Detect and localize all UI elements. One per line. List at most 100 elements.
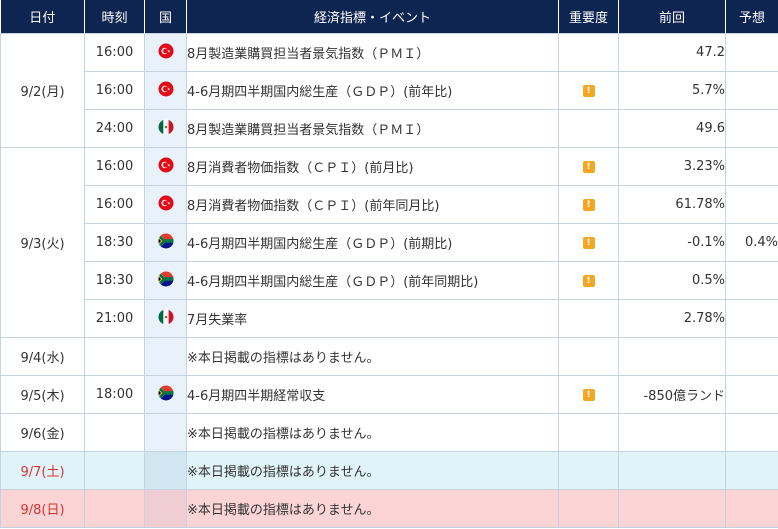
- forecast-cell: 0.4%: [725, 223, 778, 262]
- time-cell: 16:00: [84, 33, 145, 72]
- table-row: 9/5(木) 18:00 4-6月期四半期経常収支! -850億ランド: [0, 375, 778, 414]
- event-cell: 8月消費者物価指数（ＣＰＩ）(前年同月比): [186, 185, 559, 224]
- previous-cell: [618, 337, 726, 376]
- importance-cell: !: [558, 185, 619, 224]
- previous-cell: 49.6: [618, 109, 726, 148]
- mexico-flag-icon: [158, 309, 174, 329]
- turkey-flag-icon: [158, 43, 174, 63]
- date-cell: 9/6(金): [0, 413, 85, 452]
- importance-cell: [558, 109, 619, 148]
- forecast-cell: [725, 413, 778, 452]
- date-cell: 9/4(水): [0, 337, 85, 376]
- forecast-cell: [725, 299, 778, 338]
- previous-cell: 47.2: [618, 33, 726, 72]
- mexico-flag-icon: [158, 119, 174, 139]
- importance-icon: !: [582, 236, 595, 249]
- country-cell: [144, 413, 187, 452]
- previous-cell: 3.23%: [618, 147, 726, 186]
- importance-cell: !: [558, 147, 619, 186]
- table-row: 18:30 4-6月期四半期国内総生産（ＧＤＰ）(前年同期比)! 0.5%: [1, 261, 778, 300]
- turkey-flag-icon: [158, 157, 174, 177]
- header-forecast: 予想: [725, 0, 778, 34]
- event-cell: ※本日掲載の指標はありません。: [186, 413, 559, 452]
- table-row: 18:30 4-6月期四半期国内総生産（ＧＤＰ）(前期比)! -0.1% 0.4%: [1, 223, 778, 262]
- previous-cell: -0.1%: [618, 223, 726, 262]
- time-cell: 21:00: [84, 299, 145, 338]
- table-row: 9/2(月) 16:00 8月製造業購買担当者景気指数（ＰＭＩ） 47.2: [0, 33, 778, 148]
- importance-cell: [558, 451, 619, 490]
- forecast-cell: [725, 261, 778, 300]
- time-cell: 18:30: [84, 261, 145, 300]
- country-cell: [144, 223, 187, 262]
- table-row: 21:00 7月失業率 2.78%: [1, 299, 778, 338]
- event-cell: 4-6月期四半期国内総生産（ＧＤＰ）(前年同期比): [186, 261, 559, 300]
- country-cell: [144, 489, 187, 528]
- table-row: 9/4(水) ※本日掲載の指標はありません。: [0, 337, 778, 376]
- country-cell: [144, 299, 187, 338]
- time-cell: 18:00: [84, 375, 145, 414]
- importance-icon: !: [582, 274, 595, 287]
- time-cell: [84, 413, 145, 452]
- forecast-cell: [725, 71, 778, 110]
- date-cell: 9/7(土): [0, 451, 85, 490]
- importance-icon: !: [582, 160, 595, 173]
- forecast-cell: [725, 489, 778, 528]
- previous-cell: 5.7%: [618, 71, 726, 110]
- event-cell: ※本日掲載の指標はありません。: [186, 451, 559, 490]
- time-cell: [84, 337, 145, 376]
- date-cell: 9/8(日): [0, 489, 85, 528]
- previous-cell: 2.78%: [618, 299, 726, 338]
- importance-cell: !: [558, 223, 619, 262]
- country-cell: [144, 261, 187, 300]
- country-cell: [144, 337, 187, 376]
- event-cell: ※本日掲載の指標はありません。: [186, 337, 559, 376]
- forecast-cell: [725, 33, 778, 72]
- event-cell: 8月消費者物価指数（ＣＰＩ）(前月比): [186, 147, 559, 186]
- time-cell: 18:30: [84, 223, 145, 262]
- previous-cell: -850億ランド: [618, 375, 726, 414]
- time-cell: 24:00: [84, 109, 145, 148]
- previous-cell: 61.78%: [618, 185, 726, 224]
- forecast-cell: [725, 451, 778, 490]
- importance-cell: !: [558, 71, 619, 110]
- calendar-body: 9/2(月) 16:00 8月製造業購買担当者景気指数（ＰＭＩ） 47.2 16:00 4…: [0, 33, 778, 528]
- event-cell: ※本日掲載の指標はありません。: [186, 489, 559, 528]
- country-cell: [144, 451, 187, 490]
- economic-calendar-table: 日付 時刻 国 経済指標・イベント 重要度 前回 予想 9/2(月) 16:00 8…: [0, 0, 778, 528]
- country-cell: [144, 33, 187, 72]
- previous-cell: [618, 413, 726, 452]
- country-cell: [144, 185, 187, 224]
- table-row: 9/8(日) ※本日掲載の指標はありません。: [0, 489, 778, 528]
- header-country: 国: [144, 0, 187, 34]
- header-row: 日付 時刻 国 経済指標・イベント 重要度 前回 予想: [0, 0, 778, 34]
- previous-cell: 0.5%: [618, 261, 726, 300]
- country-cell: [144, 375, 187, 414]
- importance-cell: [558, 413, 619, 452]
- time-cell: [84, 451, 145, 490]
- table-row: 16:00 4-6月期四半期国内総生産（ＧＤＰ）(前年比)! 5.7%: [1, 71, 778, 110]
- south-africa-flag-icon: [158, 233, 174, 253]
- country-cell: [144, 71, 187, 110]
- previous-cell: [618, 489, 726, 528]
- importance-cell: [558, 337, 619, 376]
- date-cell: 9/2(月): [0, 33, 85, 148]
- table-row: 24:00 8月製造業購買担当者景気指数（ＰＭＩ） 49.6: [1, 109, 778, 148]
- event-cell: 8月製造業購買担当者景気指数（ＰＭＩ）: [186, 33, 559, 72]
- header-importance: 重要度: [558, 0, 619, 34]
- table-row: 16:00 8月消費者物価指数（ＣＰＩ）(前年同月比)! 61.78%: [1, 185, 778, 224]
- date-cell: 9/5(木): [0, 375, 85, 414]
- importance-cell: [558, 33, 619, 72]
- forecast-cell: [725, 185, 778, 224]
- turkey-flag-icon: [158, 195, 174, 215]
- header-date: 日付: [0, 0, 85, 34]
- time-cell: 16:00: [84, 147, 145, 186]
- importance-cell: [558, 299, 619, 338]
- previous-cell: [618, 451, 726, 490]
- header-time: 時刻: [84, 0, 145, 34]
- importance-icon: !: [582, 198, 595, 211]
- south-africa-flag-icon: [158, 385, 174, 405]
- date-cell: 9/3(火): [0, 147, 85, 338]
- event-cell: 7月失業率: [186, 299, 559, 338]
- event-cell: 4-6月期四半期国内総生産（ＧＤＰ）(前期比): [186, 223, 559, 262]
- importance-cell: !: [558, 375, 619, 414]
